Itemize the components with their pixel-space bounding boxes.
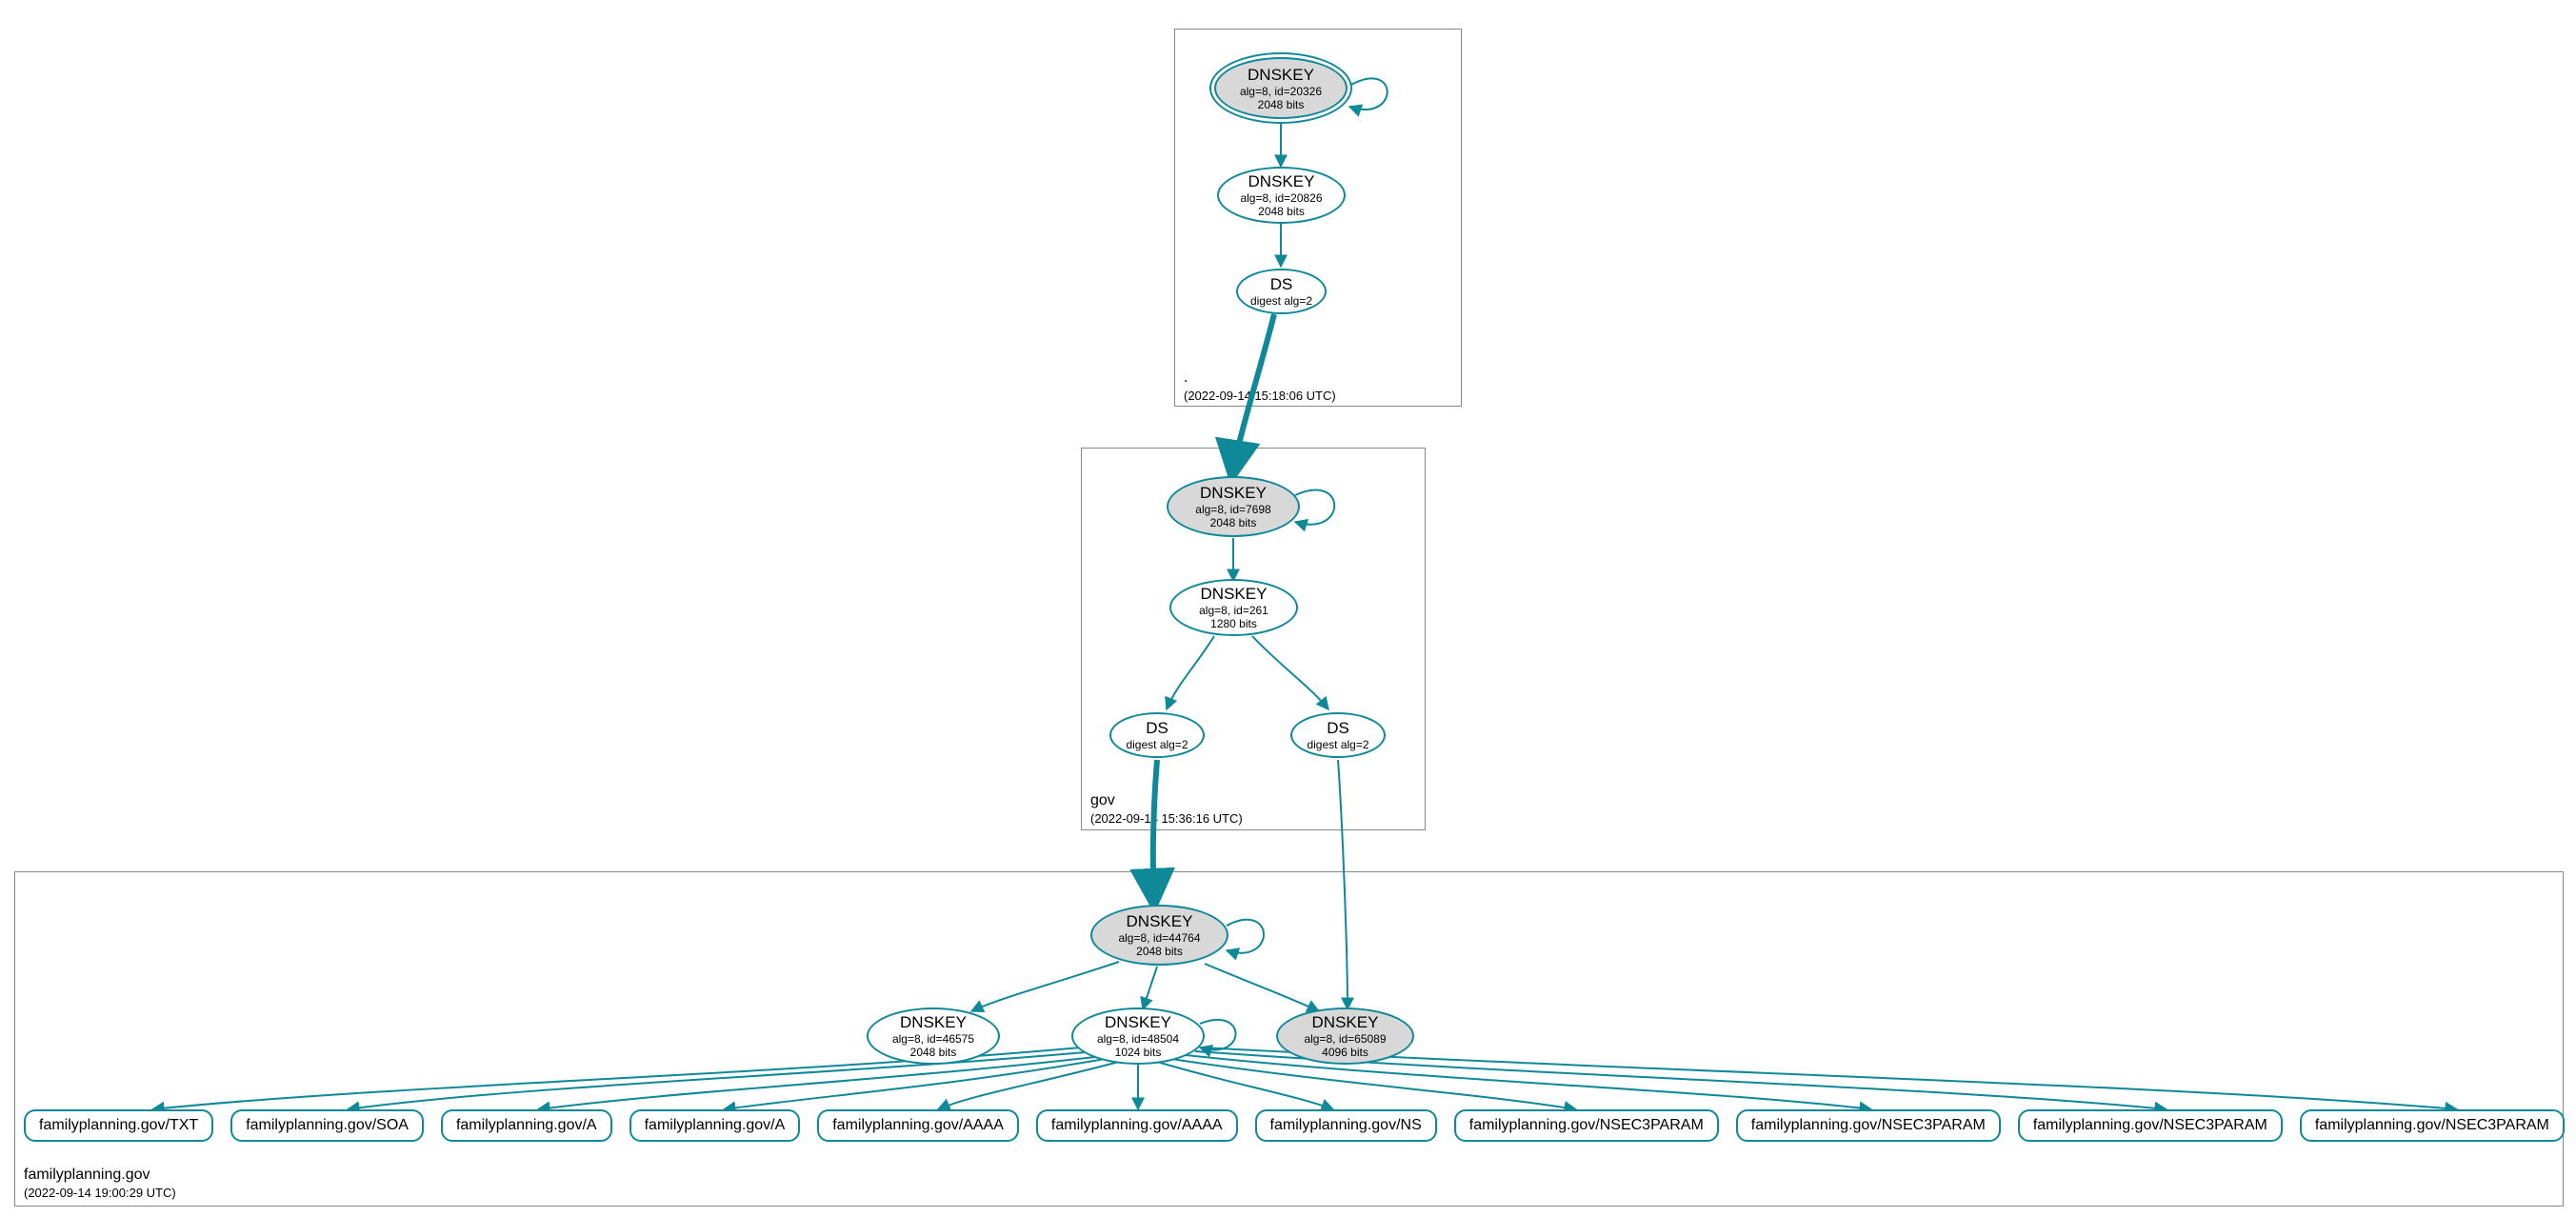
node-sub2: 2048 bits	[910, 1046, 957, 1059]
rrset-box: familyplanning.gov/NSEC3PARAM	[2018, 1109, 2283, 1142]
zone-root-timestamp: (2022-09-14 15:18:06 UTC)	[1184, 389, 1336, 403]
gov-zsk-node: DNSKEY alg=8, id=261 1280 bits	[1169, 579, 1298, 636]
family-ksk-node: DNSKEY alg=8, id=44764 2048 bits	[1090, 905, 1228, 966]
node-sub2: 2048 bits	[1136, 945, 1183, 958]
rrset-box: familyplanning.gov/NS	[1255, 1109, 1437, 1142]
rrset-box: familyplanning.gov/SOA	[230, 1109, 424, 1142]
node-sub1: alg=8, id=20826	[1240, 191, 1322, 205]
zone-gov-timestamp: (2022-09-14 15:36:16 UTC)	[1090, 811, 1243, 826]
node-sub1: alg=8, id=20326	[1240, 85, 1322, 98]
node-sub1: alg=8, id=48504	[1097, 1032, 1179, 1046]
node-title: DNSKEY	[1200, 484, 1267, 503]
zone-gov-name: gov	[1090, 792, 1115, 809]
family-ksk2-node: DNSKEY alg=8, id=65089 4096 bits	[1276, 1008, 1414, 1065]
rrset-box: familyplanning.gov/A	[629, 1109, 801, 1142]
node-sub1: alg=8, id=44764	[1118, 931, 1200, 945]
node-title: DNSKEY	[1312, 1013, 1379, 1032]
node-sub1: alg=8, id=7698	[1195, 503, 1270, 516]
family-zsk-ext-node: DNSKEY alg=8, id=46575 2048 bits	[867, 1008, 1000, 1065]
rrset-box: familyplanning.gov/AAAA	[1036, 1109, 1238, 1142]
node-title: DNSKEY	[1201, 585, 1268, 604]
node-title: DS	[1146, 719, 1168, 738]
node-sub2: 2048 bits	[1258, 205, 1305, 218]
node-title: DNSKEY	[1248, 66, 1314, 85]
gov-ds1-node: DS digest alg=2	[1109, 712, 1205, 758]
root-zsk-node: DNSKEY alg=8, id=20826 2048 bits	[1217, 167, 1346, 224]
node-sub1: alg=8, id=46575	[892, 1032, 974, 1046]
node-sub1: alg=8, id=65089	[1304, 1032, 1386, 1046]
rrset-box: familyplanning.gov/A	[441, 1109, 612, 1142]
node-sub2: 4096 bits	[1322, 1046, 1368, 1059]
root-ds-node: DS digest alg=2	[1236, 269, 1327, 314]
node-title: DNSKEY	[1127, 912, 1193, 931]
rrset-box: familyplanning.gov/NSEC3PARAM	[1736, 1109, 2001, 1142]
node-sub1: digest alg=2	[1250, 294, 1312, 308]
node-title: DNSKEY	[900, 1013, 967, 1032]
node-sub1: digest alg=2	[1126, 738, 1188, 751]
zone-family-timestamp: (2022-09-14 19:00:29 UTC)	[24, 1186, 176, 1200]
node-title: DS	[1327, 719, 1349, 738]
node-sub1: alg=8, id=261	[1199, 604, 1268, 617]
rrset-box: familyplanning.gov/TXT	[24, 1109, 213, 1142]
rrset-box: familyplanning.gov/NSEC3PARAM	[1454, 1109, 1719, 1142]
root-ksk-node: DNSKEY alg=8, id=20326 2048 bits	[1209, 52, 1352, 124]
node-title: DNSKEY	[1105, 1013, 1171, 1032]
node-sub1: digest alg=2	[1307, 738, 1368, 751]
node-sub2: 1024 bits	[1115, 1046, 1162, 1059]
rrset-box: familyplanning.gov/AAAA	[817, 1109, 1019, 1142]
node-sub2: 2048 bits	[1258, 98, 1305, 111]
node-title: DS	[1270, 275, 1293, 294]
family-zsk-node: DNSKEY alg=8, id=48504 1024 bits	[1071, 1008, 1205, 1065]
zone-root-name: .	[1184, 369, 1188, 387]
rrset-box: familyplanning.gov/NSEC3PARAM	[2300, 1109, 2565, 1142]
zone-family-name: familyplanning.gov	[24, 1167, 150, 1184]
gov-ksk-node: DNSKEY alg=8, id=7698 2048 bits	[1167, 476, 1300, 537]
node-sub2: 1280 bits	[1210, 617, 1257, 630]
gov-ds2-node: DS digest alg=2	[1290, 712, 1386, 758]
rrset-row: familyplanning.gov/TXT familyplanning.gov…	[24, 1109, 2557, 1142]
node-title: DNSKEY	[1248, 172, 1315, 191]
node-sub2: 2048 bits	[1210, 516, 1257, 529]
